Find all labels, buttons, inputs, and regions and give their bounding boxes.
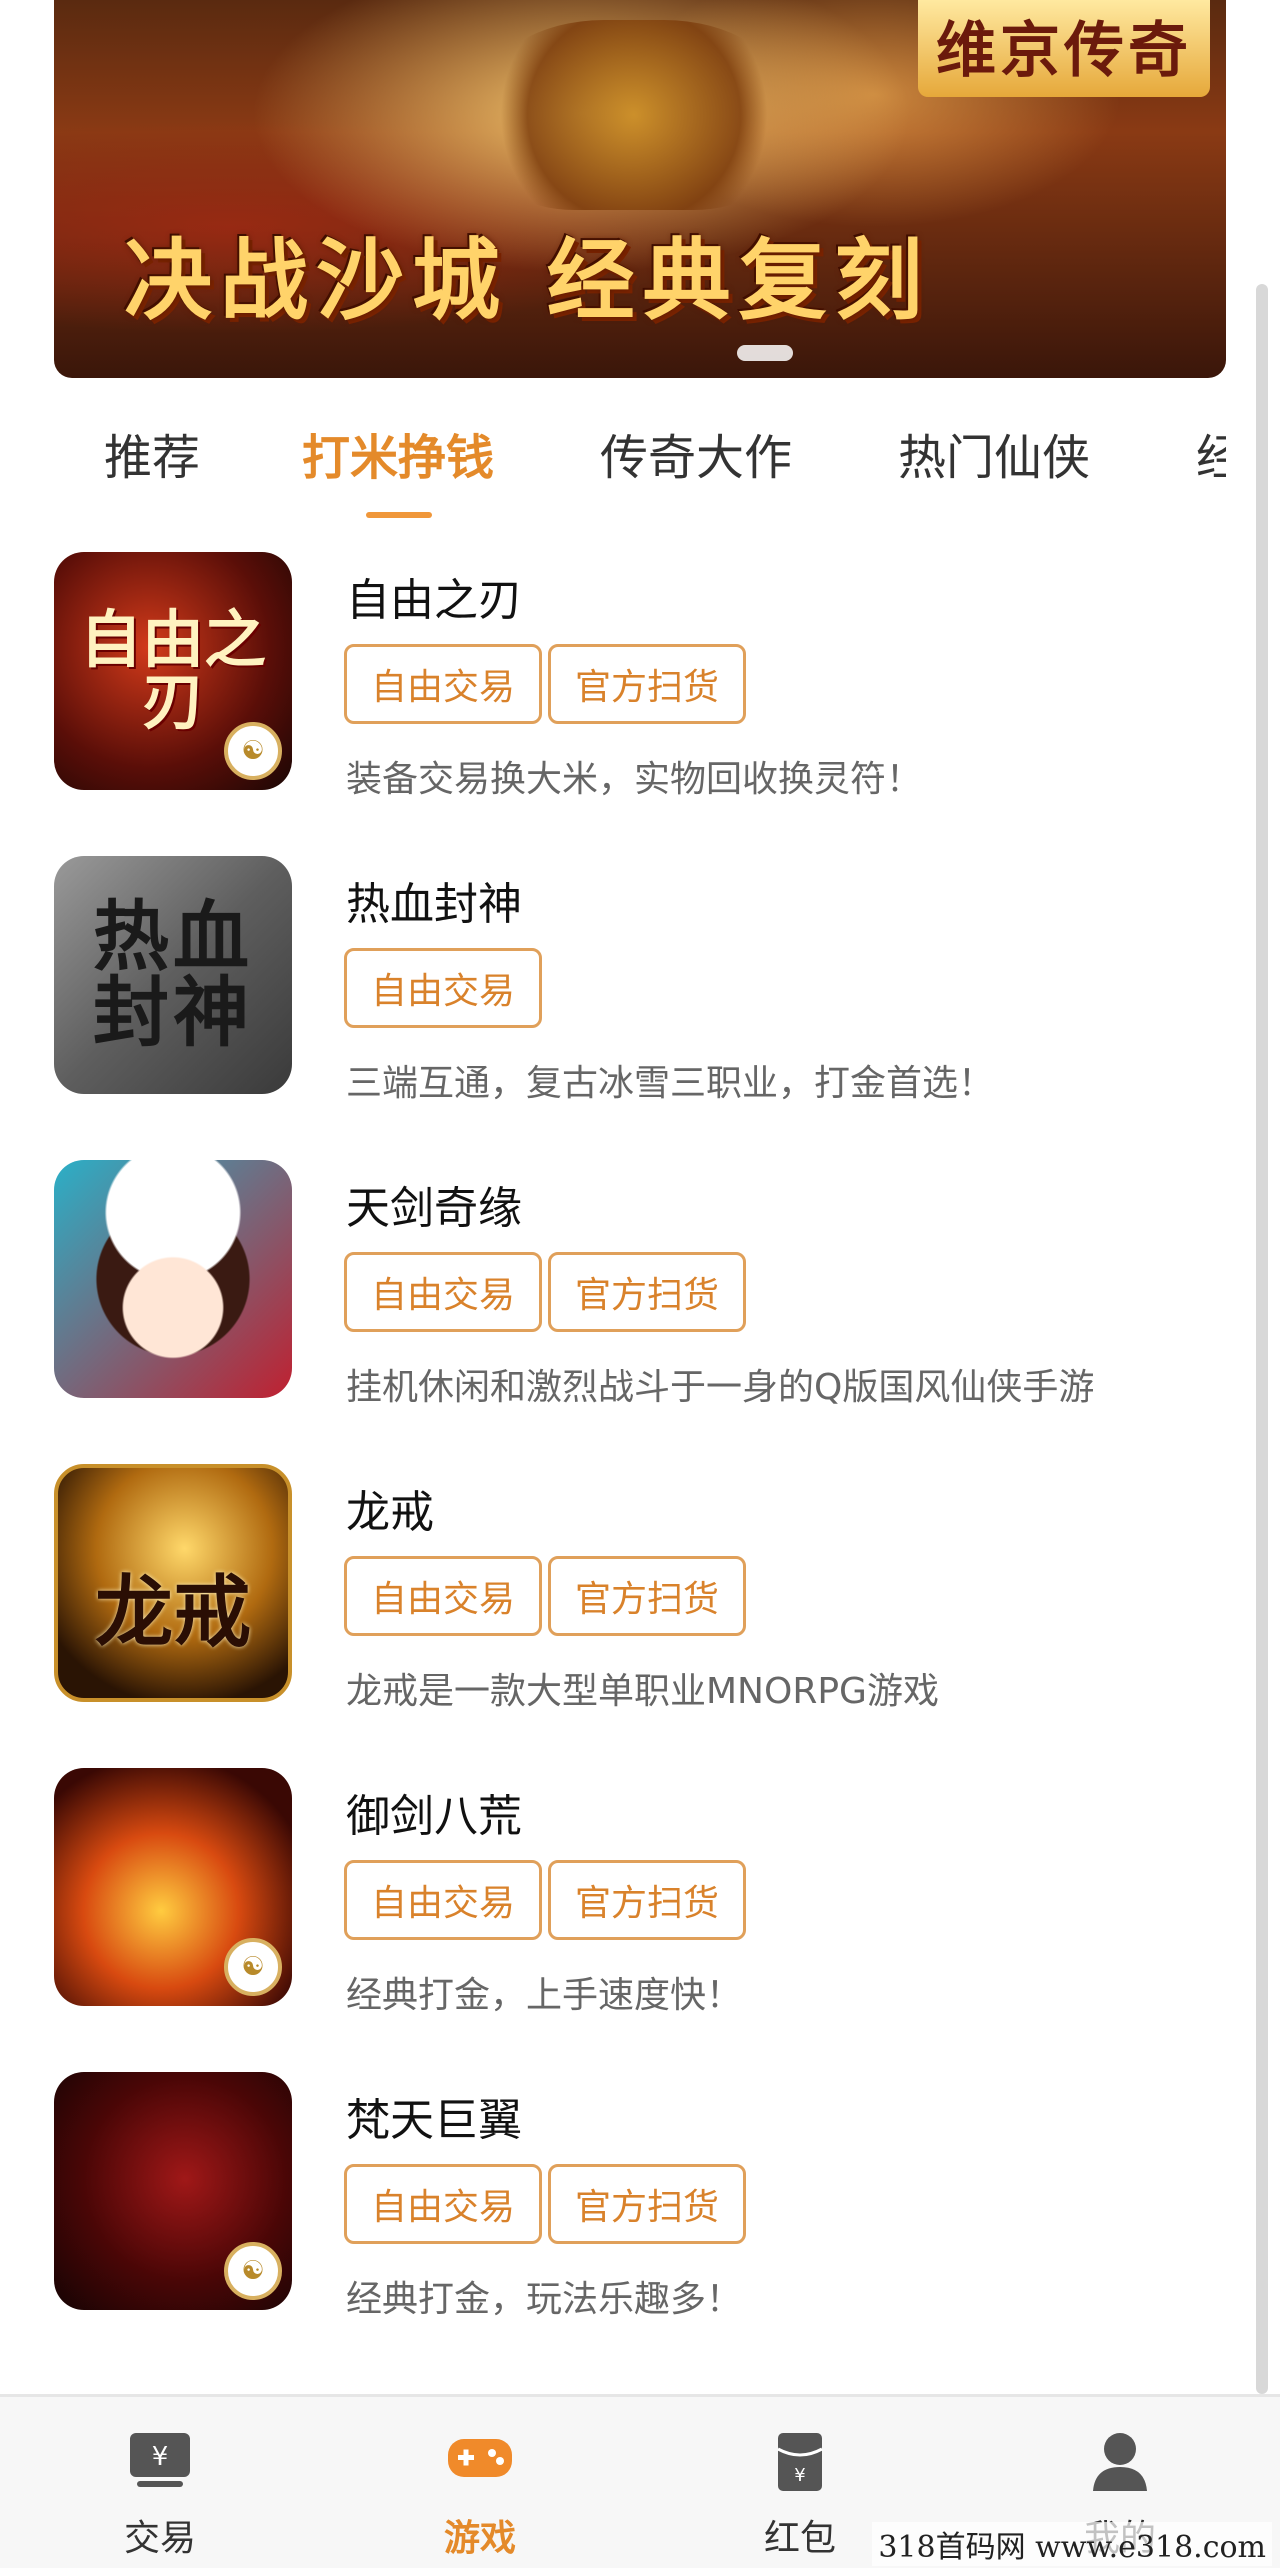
game-icon[interactable]: [54, 1160, 292, 1398]
list-item[interactable]: ☯ 梵天巨翼 自由交易 官方扫货 经典打金，玩法乐趣多！: [0, 2072, 1226, 2376]
banner-pagination-dot[interactable]: [737, 345, 793, 361]
game-icon[interactable]: 热血封神: [54, 856, 292, 1094]
nav-games[interactable]: 游戏: [380, 2397, 580, 2568]
verified-badge-icon: ☯: [224, 722, 282, 780]
red-packet-icon: ¥: [777, 2433, 823, 2491]
nav-red-packet[interactable]: ¥ 红包: [700, 2397, 900, 2568]
game-icon[interactable]: ☯: [54, 1768, 292, 2006]
svg-text:¥: ¥: [152, 2442, 169, 2472]
game-title: 龙戒: [346, 1487, 434, 1538]
list-item[interactable]: 热血封神 热血封神 自由交易 三端互通，复古冰雪三职业，打金首选！: [0, 856, 1226, 1160]
game-description: 三端互通，复古冰雪三职业，打金首选！: [346, 1063, 995, 1104]
list-item[interactable]: 自由之刃 ☯ 自由之刃 自由交易 官方扫货 装备交易换大米，实物回收换灵符！: [0, 552, 1226, 856]
banner-slogan: 决战沙城 经典复刻: [124, 228, 931, 332]
tag-free-trade: 自由交易: [344, 2164, 542, 2244]
active-tab-indicator: [366, 512, 432, 518]
tag-free-trade: 自由交易: [344, 1860, 542, 1940]
game-title: 热血封神: [346, 879, 522, 930]
game-description: 经典打金，上手速度快！: [346, 1975, 743, 2016]
tag-free-trade: 自由交易: [344, 1556, 542, 1636]
watermark: 318首码网 www.e318.com: [872, 2522, 1272, 2566]
tab-earn-money[interactable]: 打米挣钱: [302, 418, 494, 488]
game-title: 御剑八荒: [346, 1791, 522, 1842]
promo-banner[interactable]: 维京传奇 决战沙城 经典复刻: [54, 0, 1226, 378]
list-item[interactable]: ☯ 御剑八荒 自由交易 官方扫货 经典打金，上手速度快！: [0, 1768, 1226, 2072]
verified-badge-icon: ☯: [224, 2242, 282, 2300]
tab-xianxia[interactable]: 热门仙侠: [898, 418, 1090, 488]
svg-text:¥: ¥: [794, 2465, 805, 2486]
scrollbar[interactable]: [1256, 284, 1268, 2394]
nav-label: 游戏: [443, 2518, 516, 2559]
game-icon[interactable]: 龙戒: [54, 1464, 292, 1702]
tag-free-trade: 自由交易: [344, 1252, 542, 1332]
tag-free-trade: 自由交易: [344, 948, 542, 1028]
tab-more[interactable]: 经: [1196, 418, 1226, 488]
tag-official-buy: 官方扫货: [548, 644, 746, 724]
game-title: 天剑奇缘: [346, 1183, 522, 1234]
game-title: 梵天巨翼: [346, 2095, 522, 2146]
game-title: 自由之刃: [346, 575, 522, 626]
banner-character-art: [484, 20, 784, 210]
tag-official-buy: 官方扫货: [548, 1252, 746, 1332]
banner-brand-logo: 维京传奇: [918, 0, 1210, 97]
game-icon[interactable]: ☯: [54, 2072, 292, 2310]
nav-label: 交易: [123, 2518, 196, 2559]
list-item[interactable]: 龙戒 龙戒 自由交易 官方扫货 龙戒是一款大型单职业MNORPG游戏: [0, 1464, 1226, 1768]
tab-legend[interactable]: 传奇大作: [600, 418, 792, 488]
game-description: 挂机休闲和激烈战斗于一身的Q版国风仙侠手游: [346, 1367, 1095, 1408]
user-icon: [1093, 2433, 1147, 2491]
list-item[interactable]: 天剑奇缘 自由交易 官方扫货 挂机休闲和激烈战斗于一身的Q版国风仙侠手游: [0, 1160, 1226, 1464]
tag-official-buy: 官方扫货: [548, 2164, 746, 2244]
game-description: 龙戒是一款大型单职业MNORPG游戏: [346, 1671, 939, 1712]
tag-official-buy: 官方扫货: [548, 1860, 746, 1940]
tag-free-trade: 自由交易: [344, 644, 542, 724]
tag-official-buy: 官方扫货: [548, 1556, 746, 1636]
gamepad-icon: [448, 2439, 512, 2477]
tab-recommend[interactable]: 推荐: [104, 418, 200, 488]
trade-icon: ¥: [130, 2433, 190, 2487]
category-tabs: 推荐 打米挣钱 传奇大作 热门仙侠 经: [0, 378, 1226, 528]
game-description: 经典打金，玩法乐趣多！: [346, 2279, 743, 2320]
game-description: 装备交易换大米，实物回收换灵符！: [346, 759, 923, 800]
nav-trade[interactable]: ¥ 交易: [60, 2397, 260, 2568]
game-icon[interactable]: 自由之刃 ☯: [54, 552, 292, 790]
verified-badge-icon: ☯: [224, 1938, 282, 1996]
nav-label: 红包: [763, 2518, 836, 2559]
